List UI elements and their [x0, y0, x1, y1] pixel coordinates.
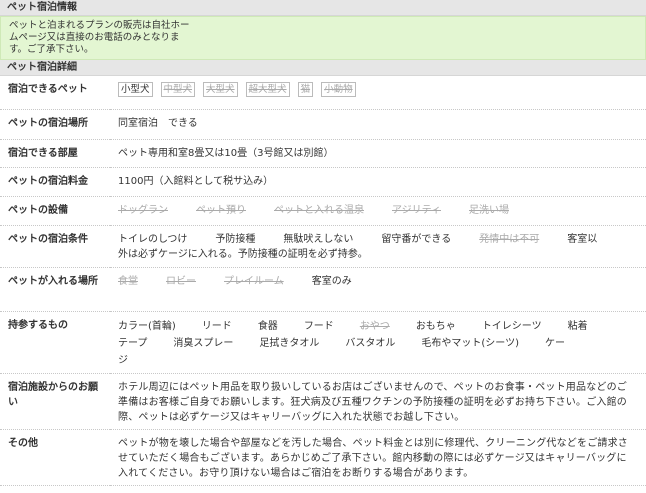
pet-type-tag: 小型犬 — [118, 82, 153, 97]
row-value: ドッグラン ペット預り ペットと入れる温泉 アジリティ 足洗い場 — [110, 196, 646, 225]
pet-detail-heading: ペット宿泊詳細 — [0, 60, 646, 76]
pet-type-tag: 大型犬 — [203, 82, 238, 97]
bring-item: 足拭きタオル — [259, 337, 320, 349]
bring-item: おもちゃ — [415, 320, 456, 332]
row-areas: ペットが入れる場所 食堂 ロビー プレイルーム 客室のみ — [0, 267, 646, 311]
row-facility-message: 宿泊施設からのお願い ホテル周辺にはペット用品を取り扱いしているお店はございませ… — [0, 373, 646, 429]
facility-option: ペットと入れる温泉 — [274, 204, 364, 216]
condition-option: 留守番ができる — [381, 233, 452, 245]
row-place: ペットの宿泊場所 同室宿泊 できる — [0, 109, 646, 139]
condition-option: 客室以 — [567, 233, 598, 245]
row-conditions: ペットの宿泊条件 トイレのしつけ 予防接種 無駄吠えしない 留守番ができる 発情中は不可… — [0, 225, 646, 267]
row-value: ペットが物を壊した場合や部屋などを汚した場合、ペット料金とは別に修理代、クリーニ… — [118, 437, 628, 479]
row-label: ペットの設備 — [8, 204, 68, 216]
notice-line: す。ご了承下さい。 — [9, 44, 94, 55]
bring-item: カラー(首輪) — [118, 320, 176, 332]
bring-item: トイレシーツ — [481, 320, 542, 332]
row-label: ペットが入れる場所 — [8, 275, 98, 287]
bring-item: 消臭スプレー — [173, 337, 234, 349]
facility-option: ドッグラン — [118, 204, 168, 216]
row-value: 1100円（入館料として税サ込み） — [118, 175, 274, 187]
row-value: 食堂 ロビー プレイルーム 客室のみ — [110, 267, 646, 311]
row-label: ペットの宿泊場所 — [8, 117, 88, 129]
bring-item: バスタオル — [345, 337, 396, 349]
row-label: 持参するもの — [8, 319, 68, 331]
row-fee: ペットの宿泊料金 1100円（入館料として税サ込み） — [0, 167, 646, 196]
condition-option: 予防接種 — [215, 233, 256, 245]
bring-item: 粘着 — [567, 320, 588, 332]
pet-type-tag: 中型犬 — [160, 82, 196, 97]
bring-item: テープ — [118, 337, 148, 349]
bring-item: 食器 — [257, 320, 278, 332]
row-label: 宿泊できるペット — [8, 84, 88, 95]
area-option: 食堂 — [118, 275, 138, 287]
area-option: プレイルーム — [224, 275, 284, 287]
area-option: 客室のみ — [311, 275, 352, 287]
area-option: ロビー — [166, 275, 196, 287]
facility-option: ペット預り — [196, 204, 246, 216]
row-value: 小型犬 中型犬 大型犬 超大型犬猫小動物 — [110, 76, 646, 109]
row-pets: 宿泊できるペット 小型犬 中型犬 大型犬 超大型犬猫小動物 — [0, 76, 646, 109]
pet-plan-notice: ペットと泊まれるプランの販売は自社ホー ムページ又は直接のお電話のみとなりま す… — [0, 16, 646, 60]
row-facilities: ペットの設備 ドッグラン ペット預り ペットと入れる温泉 アジリティ 足洗い場 — [0, 196, 646, 225]
row-label: 宿泊できる部屋 — [8, 147, 78, 159]
row-label: 宿泊施設からのお願い — [8, 381, 98, 408]
pet-detail-table: 宿泊できるペット 小型犬 中型犬 大型犬 超大型犬猫小動物 ペットの宿泊場所 同室宿泊… — [0, 76, 646, 486]
bring-item: フード — [303, 320, 334, 332]
row-value: トイレのしつけ 予防接種 無駄吠えしない 留守番ができる 発情中は不可 客室以 外は必ずケ… — [110, 225, 646, 267]
row-room: 宿泊できる部屋 ペット専用和室8畳又は10畳（3号館又は別館） — [0, 139, 646, 167]
condition-option: 発情中は不可 — [479, 233, 540, 245]
row-bring: 持参するもの カラー(首輪) リード 食器 フード おやつ おもちゃ トイレシーツ 粘着 テー… — [0, 311, 646, 373]
bring-item: おやつ — [359, 320, 390, 332]
pet-type-tag: 超大型犬 — [245, 82, 290, 97]
row-label: その他 — [8, 437, 38, 449]
pet-info-page: ペット宿泊情報 ペットと泊まれるプランの販売は自社ホー ムページ又は直接のお電話… — [0, 0, 646, 493]
bring-item: ケー — [545, 337, 566, 349]
pet-type-tag: 猫 — [297, 82, 314, 97]
notice-line: ペットと泊まれるプランの販売は自社ホー — [9, 20, 190, 31]
row-value: ホテル周辺にはペット用品を取り扱いしているお店はございませんので、ペットのお食事… — [118, 381, 627, 423]
pet-info-heading: ペット宿泊情報 — [0, 0, 646, 16]
facility-option: 足洗い場 — [469, 204, 509, 216]
row-label: ペットの宿泊料金 — [8, 175, 88, 187]
bring-item: ジ — [118, 354, 128, 366]
row-label: ペットの宿泊条件 — [8, 233, 88, 245]
row-value: 同室宿泊 できる — [118, 117, 198, 129]
condition-option: トイレのしつけ — [118, 233, 188, 245]
row-value: カラー(首輪) リード 食器 フード おやつ おもちゃ トイレシーツ 粘着 テープ 消臭スプレー… — [110, 311, 646, 373]
pet-type-tag: 小動物 — [321, 82, 356, 97]
row-value: ペット専用和室8畳又は10畳（3号館又は別館） — [118, 147, 334, 159]
condition-note: 外は必ずケージに入れる。予防接種の証明を必ず持参。 — [118, 248, 368, 260]
bring-item: リード — [201, 320, 232, 332]
bring-item: 毛布やマット(シーツ) — [421, 337, 520, 349]
row-other: その他 ペットが物を壊した場合や部屋などを汚した場合、ペット料金とは別に修理代、… — [0, 429, 646, 485]
condition-option: 無駄吠えしない — [283, 233, 354, 245]
facility-option: アジリティ — [392, 204, 441, 216]
notice-line: ムページ又は直接のお電話のみとなりま — [9, 32, 180, 43]
